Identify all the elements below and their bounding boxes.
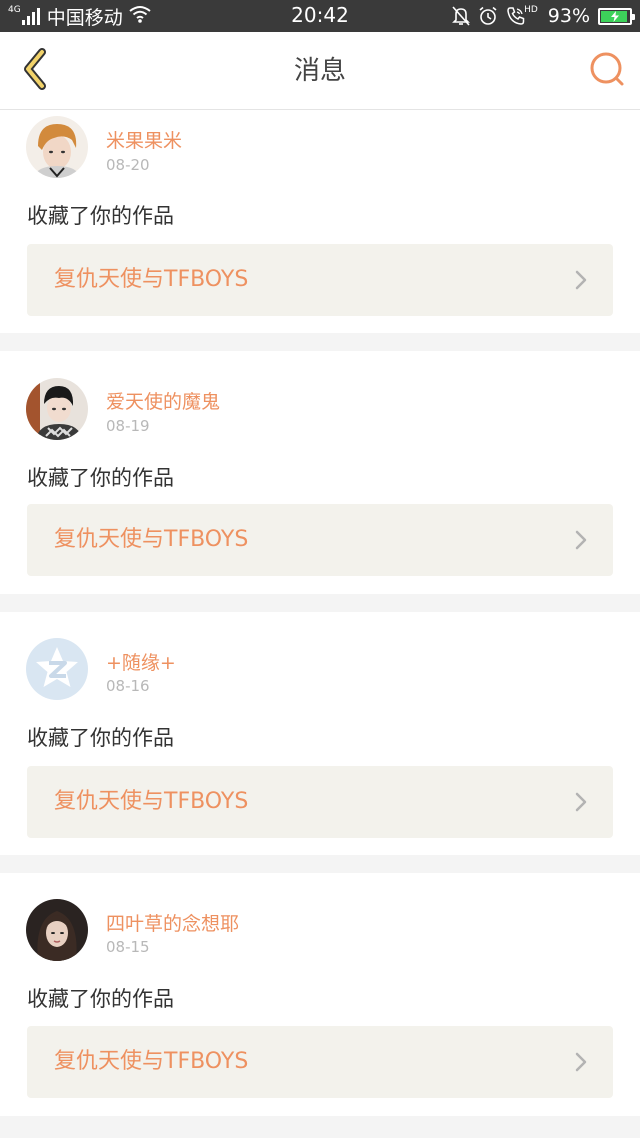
message-list: 米果果米 08-20 收藏了你的作品 复仇天使与TFBOYS 爱天使的魔鬼 08… — [0, 110, 640, 1116]
battery-percent: 93% — [547, 5, 590, 27]
nav-header: 消息 — [0, 32, 640, 110]
work-title: 复仇天使与TFBOYS — [54, 1049, 249, 1074]
search-icon — [588, 50, 626, 92]
message-date: 08-16 — [106, 677, 150, 695]
page-title: 消息 — [293, 56, 346, 86]
search-button[interactable] — [586, 50, 628, 92]
work-link[interactable]: 复仇天使与TFBOYS — [27, 1026, 613, 1098]
avatar[interactable] — [26, 638, 88, 700]
user-name[interactable]: 四叶草的念想耶 — [106, 909, 239, 936]
message-date: 08-19 — [106, 417, 150, 435]
hd-call-icon: HD — [506, 5, 538, 26]
work-title: 复仇天使与TFBOYS — [54, 267, 249, 292]
message-date: 08-15 — [106, 938, 150, 956]
work-link[interactable]: 复仇天使与TFBOYS — [27, 504, 613, 576]
message-card: 爱天使的魔鬼 08-19 收藏了你的作品 复仇天使与TFBOYS — [0, 351, 640, 594]
work-link[interactable]: 复仇天使与TFBOYS — [27, 766, 613, 838]
work-title: 复仇天使与TFBOYS — [54, 527, 249, 552]
status-right: HD 93% — [444, 3, 635, 29]
chevron-right-icon — [575, 270, 587, 290]
avatar[interactable] — [26, 378, 88, 440]
list-divider — [0, 594, 640, 612]
action-text: 收藏了你的作品 — [27, 204, 174, 228]
hd-label: HD — [524, 5, 538, 15]
chevron-right-icon — [575, 1052, 587, 1072]
action-text: 收藏了你的作品 — [27, 726, 174, 750]
user-name[interactable]: 米果果米 — [106, 126, 182, 153]
alarm-icon — [478, 6, 498, 26]
list-divider — [0, 855, 640, 873]
chevron-right-icon — [575, 792, 587, 812]
status-bar: 4G 中国移动 20:42 HD 93% — [0, 0, 640, 32]
action-text: 收藏了你的作品 — [27, 987, 174, 1011]
avatar[interactable] — [26, 116, 88, 178]
work-title: 复仇天使与TFBOYS — [54, 789, 249, 814]
message-card: +随缘+ 08-16 收藏了你的作品 复仇天使与TFBOYS — [0, 612, 640, 855]
message-card: 四叶草的念想耶 08-15 收藏了你的作品 复仇天使与TFBOYS — [0, 873, 640, 1116]
chevron-right-icon — [575, 530, 587, 550]
screen: 4G 中国移动 20:42 HD 93% 消息 米果果米 08-20 收藏了你的… — [0, 0, 640, 1138]
battery-icon — [598, 7, 635, 25]
user-name[interactable]: +随缘+ — [106, 648, 176, 675]
list-divider — [0, 333, 640, 351]
message-card: 米果果米 08-20 收藏了你的作品 复仇天使与TFBOYS — [0, 110, 640, 333]
message-date: 08-20 — [106, 156, 150, 174]
work-link[interactable]: 复仇天使与TFBOYS — [27, 244, 613, 316]
avatar[interactable] — [26, 899, 88, 961]
user-name[interactable]: 爱天使的魔鬼 — [106, 387, 220, 414]
mute-icon — [452, 6, 470, 26]
charging-bolt-icon — [610, 10, 620, 22]
action-text: 收藏了你的作品 — [27, 466, 174, 490]
